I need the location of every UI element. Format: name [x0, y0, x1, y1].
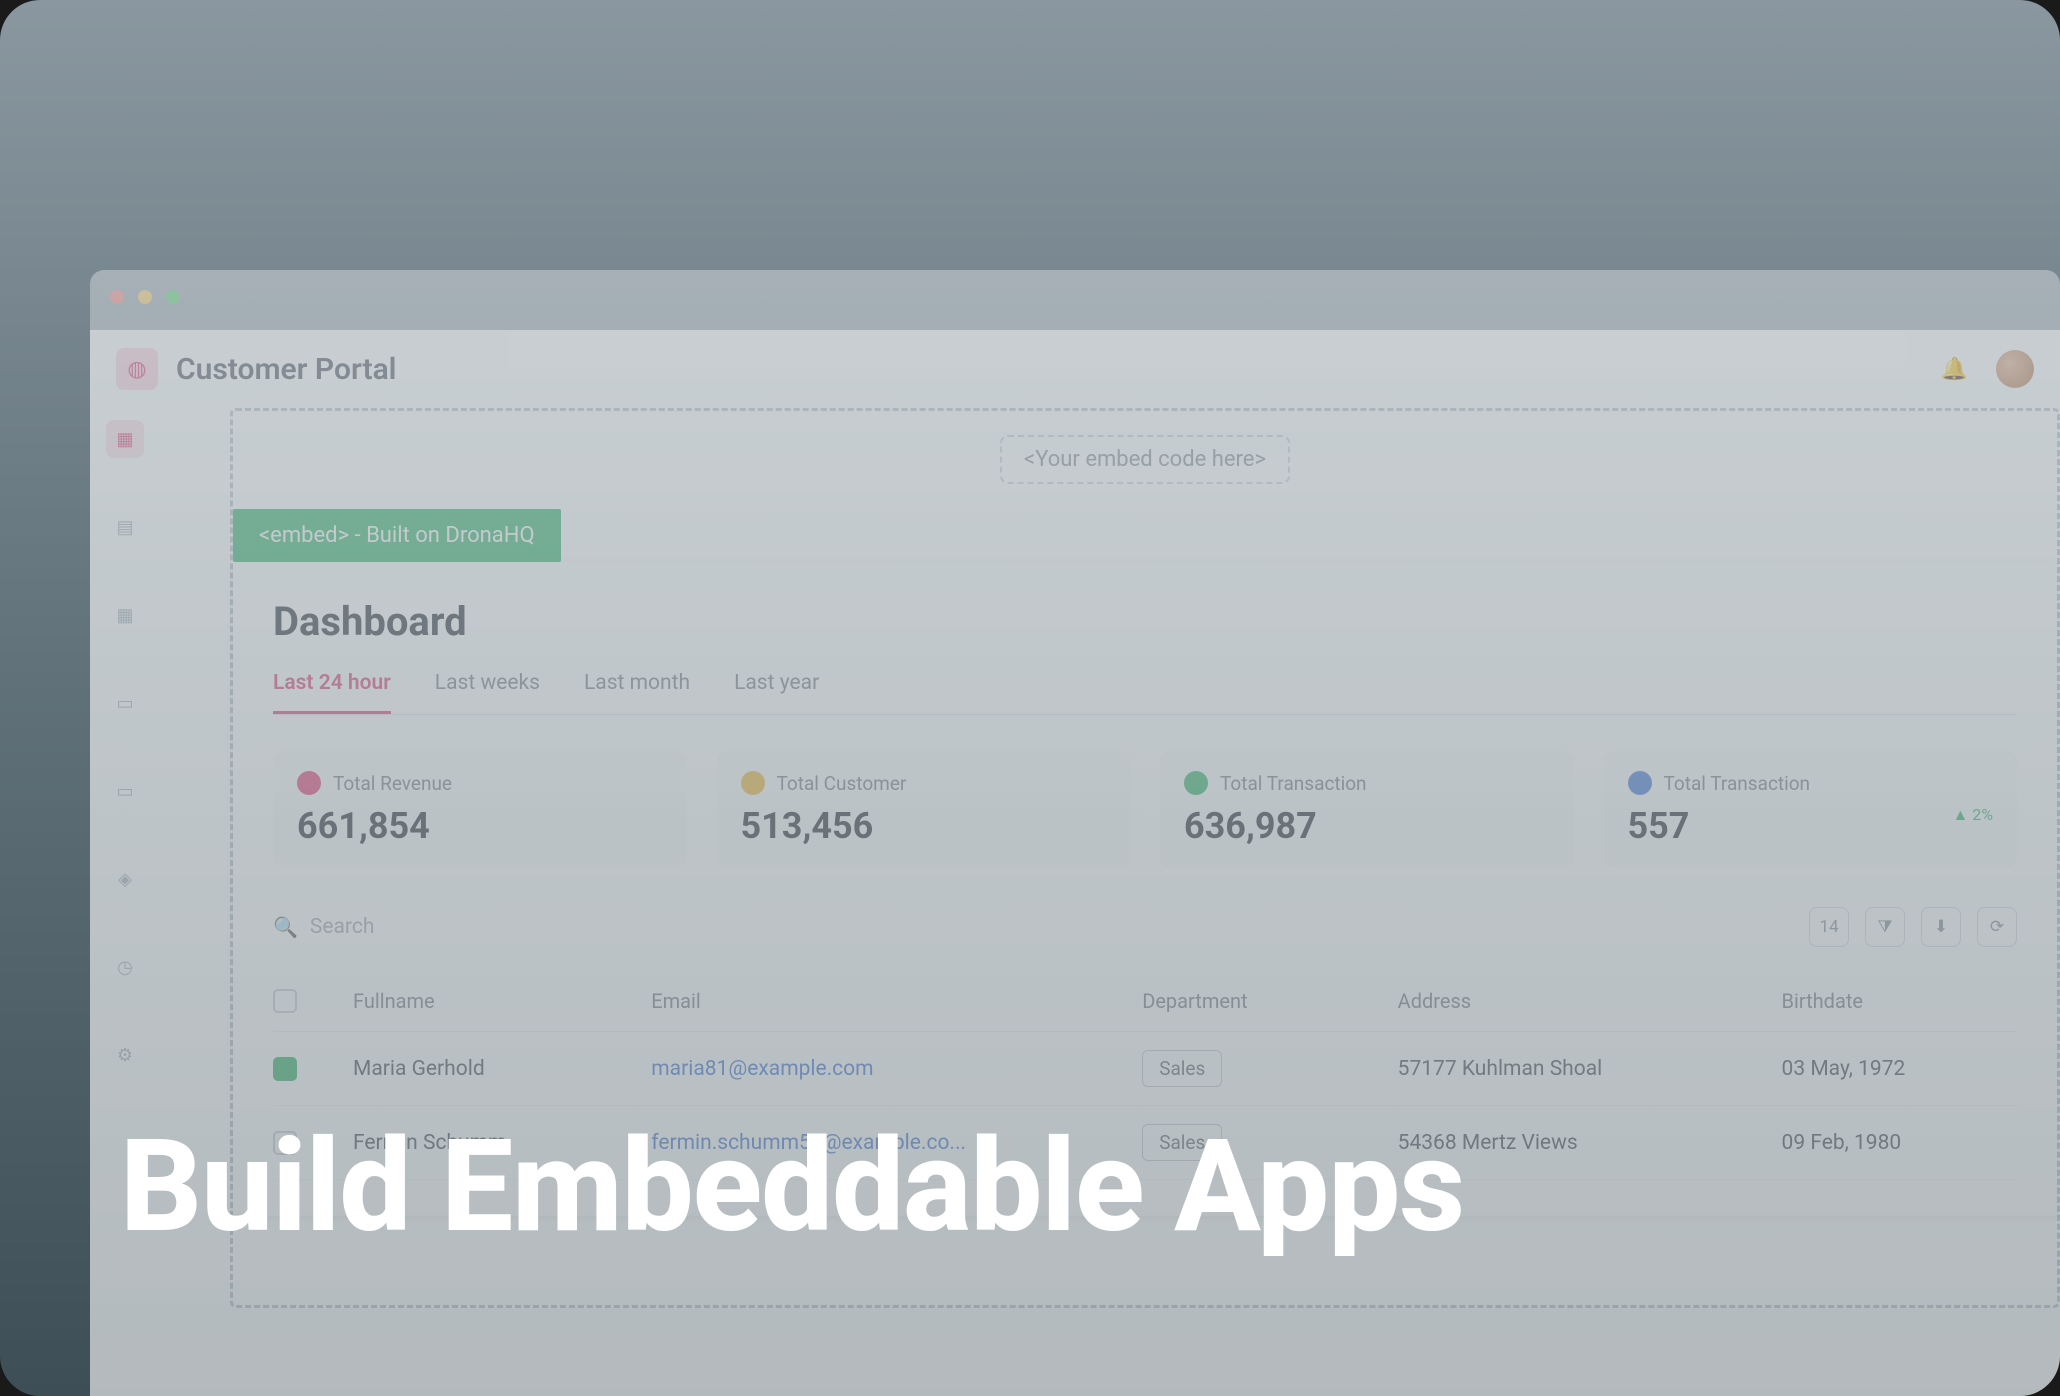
- col-email[interactable]: Email: [651, 989, 1122, 1013]
- sidebar-item-gear[interactable]: ⚙: [106, 1036, 144, 1074]
- select-all-checkbox[interactable]: [273, 989, 297, 1013]
- refresh-button[interactable]: ⟳: [1977, 907, 2017, 947]
- search-input[interactable]: 🔍 Search: [273, 915, 1793, 939]
- dot-icon: [1628, 771, 1652, 795]
- promo-card: ◍ Customer Portal 🔔 ▦ ▤ ▦ ▭ ▭ ◈ ◷ ⚙ <You…: [0, 0, 2060, 1396]
- download-button[interactable]: ⬇: [1921, 907, 1961, 947]
- table-header: Fullname Email Department Address Birthd…: [273, 971, 2017, 1032]
- sidebar-item-dashboard[interactable]: ▦: [106, 420, 144, 458]
- dept-chip: Sales: [1142, 1050, 1222, 1087]
- promo-heading: Build Embeddable Apps: [120, 1118, 1464, 1256]
- col-address[interactable]: Address: [1398, 989, 1762, 1013]
- sidebar-item-shield[interactable]: ◈: [106, 860, 144, 898]
- stat-value: 661,854: [297, 805, 663, 847]
- col-department[interactable]: Department: [1142, 989, 1377, 1013]
- tab-last-weeks[interactable]: Last weeks: [435, 671, 540, 714]
- stat-value: 557: [1628, 805, 1690, 847]
- stat-card-customer: Total Customer 513,456: [717, 751, 1131, 867]
- dot-icon: [297, 771, 321, 795]
- filter-button[interactable]: ⧩: [1865, 907, 1905, 947]
- tab-last-24-hour[interactable]: Last 24 hour: [273, 671, 391, 714]
- stat-label: Total Customer: [777, 772, 907, 795]
- sidebar-item-briefcase[interactable]: ▭: [106, 772, 144, 810]
- stat-card-transaction-2: Total Transaction 557 ▲ 2%: [1604, 751, 2018, 867]
- dashboard-title: Dashboard: [273, 598, 2017, 645]
- search-icon: 🔍: [273, 915, 298, 939]
- col-fullname[interactable]: Fullname: [353, 989, 631, 1013]
- cell-address: 57177 Kuhlman Shoal: [1398, 1057, 1762, 1081]
- app-title: Customer Portal: [176, 352, 396, 387]
- cell-email[interactable]: maria81@example.com: [651, 1057, 1122, 1081]
- embed-hint: <Your embed code here>: [1000, 435, 1290, 484]
- stat-card-revenue: Total Revenue 661,854: [273, 751, 687, 867]
- table-row[interactable]: Maria Gerhold maria81@example.com Sales …: [273, 1032, 2017, 1106]
- stats-row: Total Revenue 661,854 Total Customer 513…: [273, 751, 2017, 867]
- dot-icon: [741, 771, 765, 795]
- stat-change: ▲ 2%: [1952, 805, 1993, 825]
- row-checkbox[interactable]: [273, 1057, 297, 1081]
- embed-badge: <embed> - Built on DronaHQ: [233, 509, 561, 562]
- sidebar-item-clock[interactable]: ◷: [106, 948, 144, 986]
- cell-birthdate: 09 Feb, 1980: [1782, 1131, 2017, 1155]
- count-badge[interactable]: 14: [1809, 907, 1849, 947]
- user-avatar[interactable]: [1996, 350, 2034, 388]
- stat-card-transaction-1: Total Transaction 636,987: [1160, 751, 1574, 867]
- sidebar-item-doc[interactable]: ▭: [106, 684, 144, 722]
- stat-value: 636,987: [1184, 805, 1550, 847]
- tab-last-year[interactable]: Last year: [734, 671, 819, 714]
- col-birthdate[interactable]: Birthdate: [1782, 989, 2017, 1013]
- time-range-tabs: Last 24 hour Last weeks Last month Last …: [273, 671, 2017, 715]
- cell-birthdate: 03 May, 1972: [1782, 1057, 2017, 1081]
- cell-name: Maria Gerhold: [353, 1057, 631, 1081]
- sidebar-item-chart[interactable]: ▤: [106, 508, 144, 546]
- dot-icon: [1184, 771, 1208, 795]
- app-header: ◍ Customer Portal 🔔: [90, 330, 2060, 408]
- table-toolbar: 🔍 Search 14 ⧩ ⬇ ⟳: [273, 907, 2017, 947]
- sidebar-item-grid[interactable]: ▦: [106, 596, 144, 634]
- app-logo-icon: ◍: [116, 348, 158, 390]
- tab-last-month[interactable]: Last month: [584, 671, 690, 714]
- search-placeholder: Search: [310, 915, 375, 939]
- stat-label: Total Revenue: [333, 772, 452, 795]
- stat-label: Total Transaction: [1220, 772, 1367, 795]
- stat-value: 513,456: [741, 805, 1107, 847]
- stat-label: Total Transaction: [1664, 772, 1811, 795]
- bell-icon[interactable]: 🔔: [1941, 357, 1968, 382]
